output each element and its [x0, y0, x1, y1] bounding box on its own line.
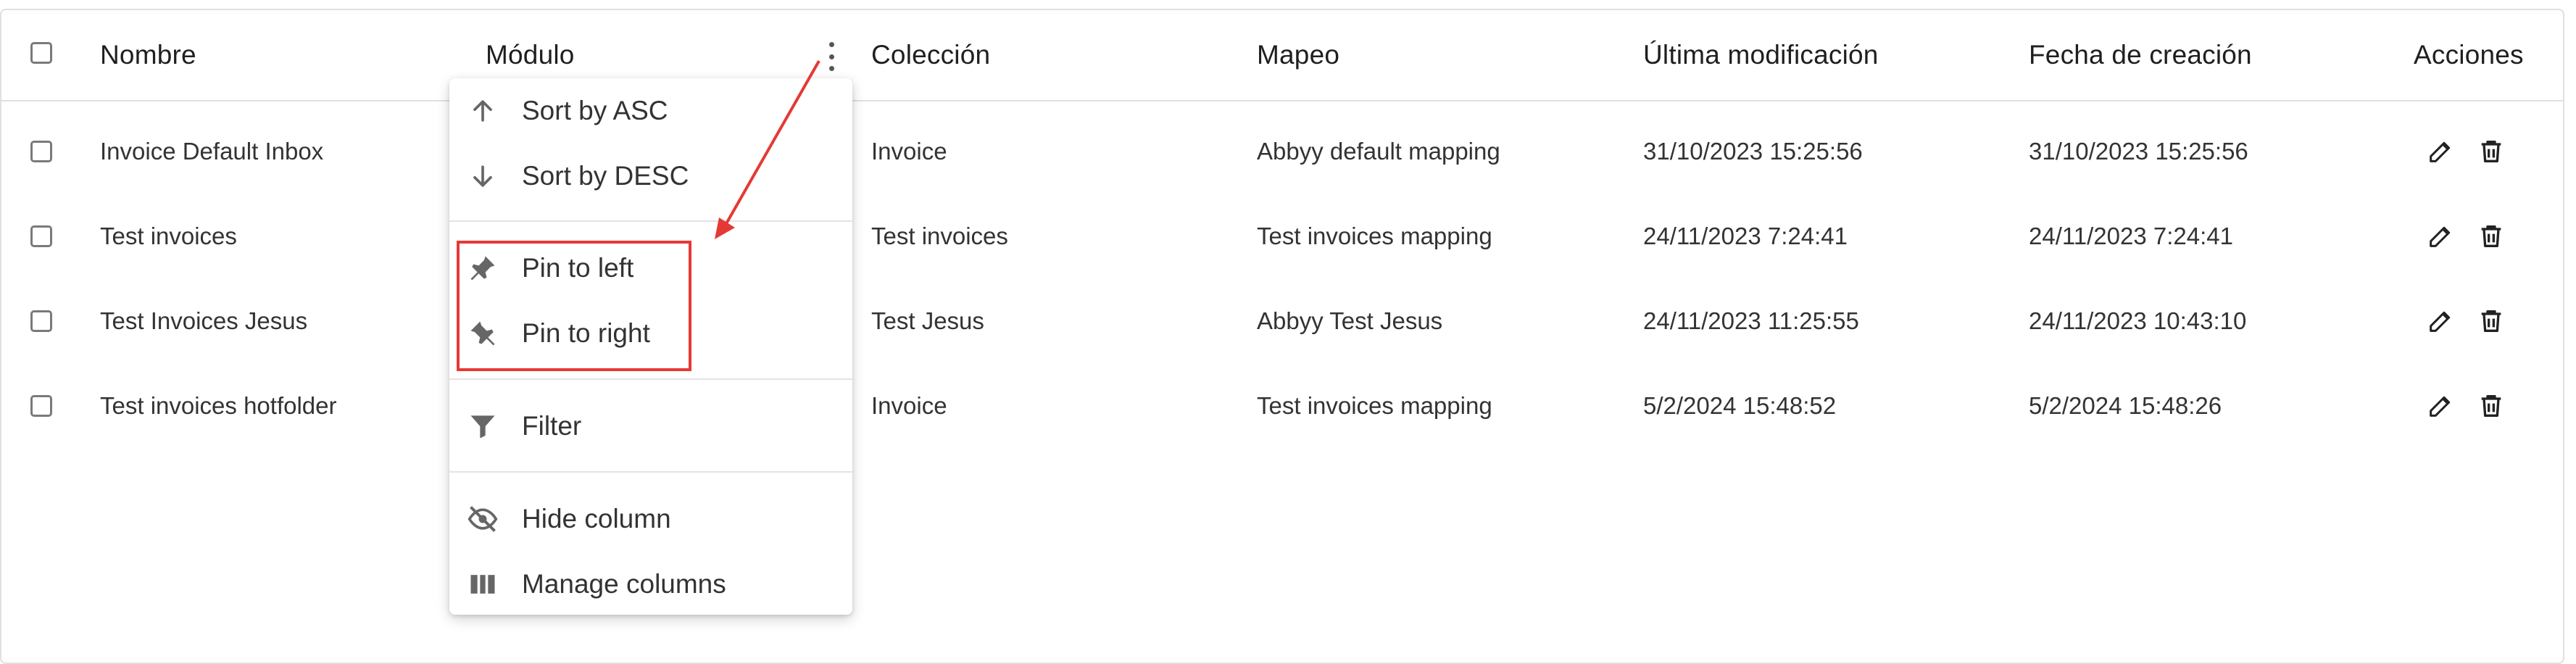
menu-item-sort-asc[interactable]: Sort by ASC	[449, 78, 852, 144]
cell-mapeo: Abbyy Test Jesus	[1257, 307, 1443, 334]
menu-item-filter[interactable]: Filter	[449, 394, 852, 459]
table-row[interactable]: Test invoices Test invoices Test invoice…	[1, 194, 2563, 278]
eye-off-icon	[468, 506, 498, 532]
table-row[interactable]: Invoice Default Inbox Invoice Abbyy defa…	[1, 109, 2563, 194]
columns-icon	[470, 575, 495, 594]
filter-icon	[470, 415, 495, 439]
cell-nombre: Test invoices hotfolder	[100, 391, 337, 419]
data-grid: Nombre Módulo Colección Mapeo Última mod…	[0, 9, 2564, 664]
menu-item-label: Sort by ASC	[522, 96, 668, 125]
menu-divider	[449, 471, 852, 473]
menu-item-label: Manage columns	[522, 569, 726, 599]
grid-header-row: Nombre Módulo Colección Mapeo Última mod…	[1, 10, 2563, 101]
pencil-icon[interactable]	[2426, 307, 2455, 336]
cell-mapeo: Test invoices mapping	[1257, 391, 1492, 419]
column-header-mapeo[interactable]: Mapeo	[1257, 10, 1339, 100]
pencil-icon[interactable]	[2426, 222, 2455, 251]
cell-coleccion: Invoice	[871, 391, 947, 419]
cell-fecha-creacion: 5/2/2024 15:48:26	[2029, 391, 2222, 419]
row-checkbox[interactable]	[30, 310, 52, 332]
table-row[interactable]: Test invoices hotfolder Invoice Test inv…	[1, 363, 2563, 448]
page: Nombre Módulo Colección Mapeo Última mod…	[0, 0, 2576, 664]
menu-item-hide-column[interactable]: Hide column	[449, 486, 852, 552]
menu-item-label: Sort by DESC	[522, 161, 689, 191]
cell-coleccion: Test Jesus	[871, 307, 984, 334]
pencil-icon[interactable]	[2426, 137, 2455, 166]
select-all-checkbox[interactable]	[30, 42, 52, 64]
trash-icon[interactable]	[2477, 222, 2506, 251]
cell-fecha-creacion: 24/11/2023 7:24:41	[2029, 222, 2233, 249]
column-header-coleccion[interactable]: Colección	[871, 10, 990, 100]
column-header-ultima-modificacion[interactable]: Última modificación	[1643, 10, 1879, 100]
column-header-acciones: Acciones	[2414, 40, 2524, 70]
cell-coleccion: Invoice	[871, 137, 947, 165]
row-checkbox[interactable]	[30, 141, 52, 162]
menu-item-manage-columns[interactable]: Manage columns	[449, 552, 852, 617]
cell-mapeo: Test invoices mapping	[1257, 222, 1492, 249]
cell-coleccion: Test invoices	[871, 222, 1008, 249]
table-row[interactable]: Test Invoices Jesus Test Jesus Abbyy Tes…	[1, 278, 2563, 363]
trash-icon[interactable]	[2477, 391, 2506, 420]
cell-fecha-creacion: 31/10/2023 15:25:56	[2029, 137, 2248, 165]
cell-nombre: Test Invoices Jesus	[100, 307, 308, 334]
arrow-up-icon	[473, 100, 492, 122]
annotation-highlight-box	[457, 241, 691, 371]
row-checkbox[interactable]	[30, 395, 52, 417]
cell-ultima-modificacion: 31/10/2023 15:25:56	[1643, 137, 1863, 165]
cell-ultima-modificacion: 5/2/2024 15:48:52	[1643, 391, 1837, 419]
cell-nombre: Invoice Default Inbox	[100, 137, 324, 165]
column-header-nombre[interactable]: Nombre	[100, 10, 196, 100]
row-checkbox[interactable]	[30, 225, 52, 247]
menu-divider	[449, 220, 852, 222]
cell-ultima-modificacion: 24/11/2023 7:24:41	[1643, 222, 1848, 249]
trash-icon[interactable]	[2477, 137, 2506, 166]
cell-mapeo: Abbyy default mapping	[1257, 137, 1500, 165]
cell-fecha-creacion: 24/11/2023 10:43:10	[2029, 307, 2247, 334]
pencil-icon[interactable]	[2426, 391, 2455, 420]
menu-item-label: Filter	[522, 411, 582, 441]
trash-icon[interactable]	[2477, 307, 2506, 336]
column-menu-icon[interactable]	[820, 42, 842, 71]
cell-ultima-modificacion: 24/11/2023 11:25:55	[1643, 307, 1859, 334]
menu-item-label: Hide column	[522, 504, 671, 534]
menu-divider	[449, 378, 852, 380]
cell-nombre: Test invoices	[100, 222, 237, 249]
arrow-down-icon	[473, 165, 492, 187]
column-header-fecha-creacion[interactable]: Fecha de creación	[2029, 10, 2252, 100]
menu-item-sort-desc[interactable]: Sort by DESC	[449, 144, 852, 209]
